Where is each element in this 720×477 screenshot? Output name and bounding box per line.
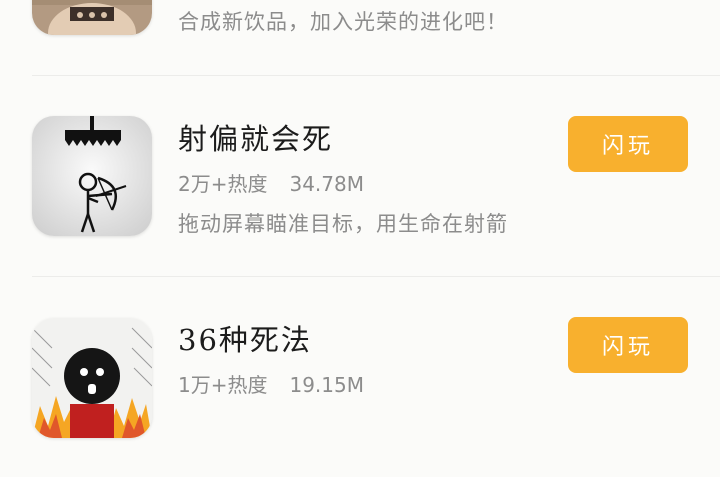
game-title: 36种死法 (178, 323, 312, 357)
heat-count: 1万+热度 (178, 373, 268, 397)
file-size: 19.15M (289, 373, 364, 397)
fire-character-icon (32, 318, 152, 438)
game-icon[interactable] (32, 116, 152, 236)
list-item[interactable]: 36种死法 1万+热度 19.15M 闪玩 (0, 277, 720, 477)
game-list: 合成新饮品，加入光荣的进化吧！ 射偏就会死 2万+热度 34.78M 拖动屏幕瞄… (0, 0, 720, 438)
heat-count: 2万+热度 (178, 172, 268, 196)
play-button[interactable]: 闪玩 (568, 116, 688, 172)
game-meta: 2万+热度 34.78M (178, 168, 364, 197)
game-meta: 1万+热度 19.15M (178, 369, 364, 398)
archer-stickman-icon (32, 116, 152, 236)
game-description: 合成新饮品，加入光荣的进化吧！ (178, 10, 508, 34)
play-button[interactable]: 闪玩 (568, 317, 688, 373)
game-icon[interactable] (32, 318, 152, 438)
game-icon[interactable] (32, 0, 152, 35)
game-description: 拖动屏幕瞄准目标，用生命在射箭 (178, 212, 508, 236)
file-size: 34.78M (289, 172, 364, 196)
list-item[interactable]: 射偏就会死 2万+热度 34.78M 拖动屏幕瞄准目标，用生命在射箭 闪玩 (0, 76, 720, 276)
character-icon (32, 0, 152, 35)
game-title: 射偏就会死 (178, 122, 334, 156)
